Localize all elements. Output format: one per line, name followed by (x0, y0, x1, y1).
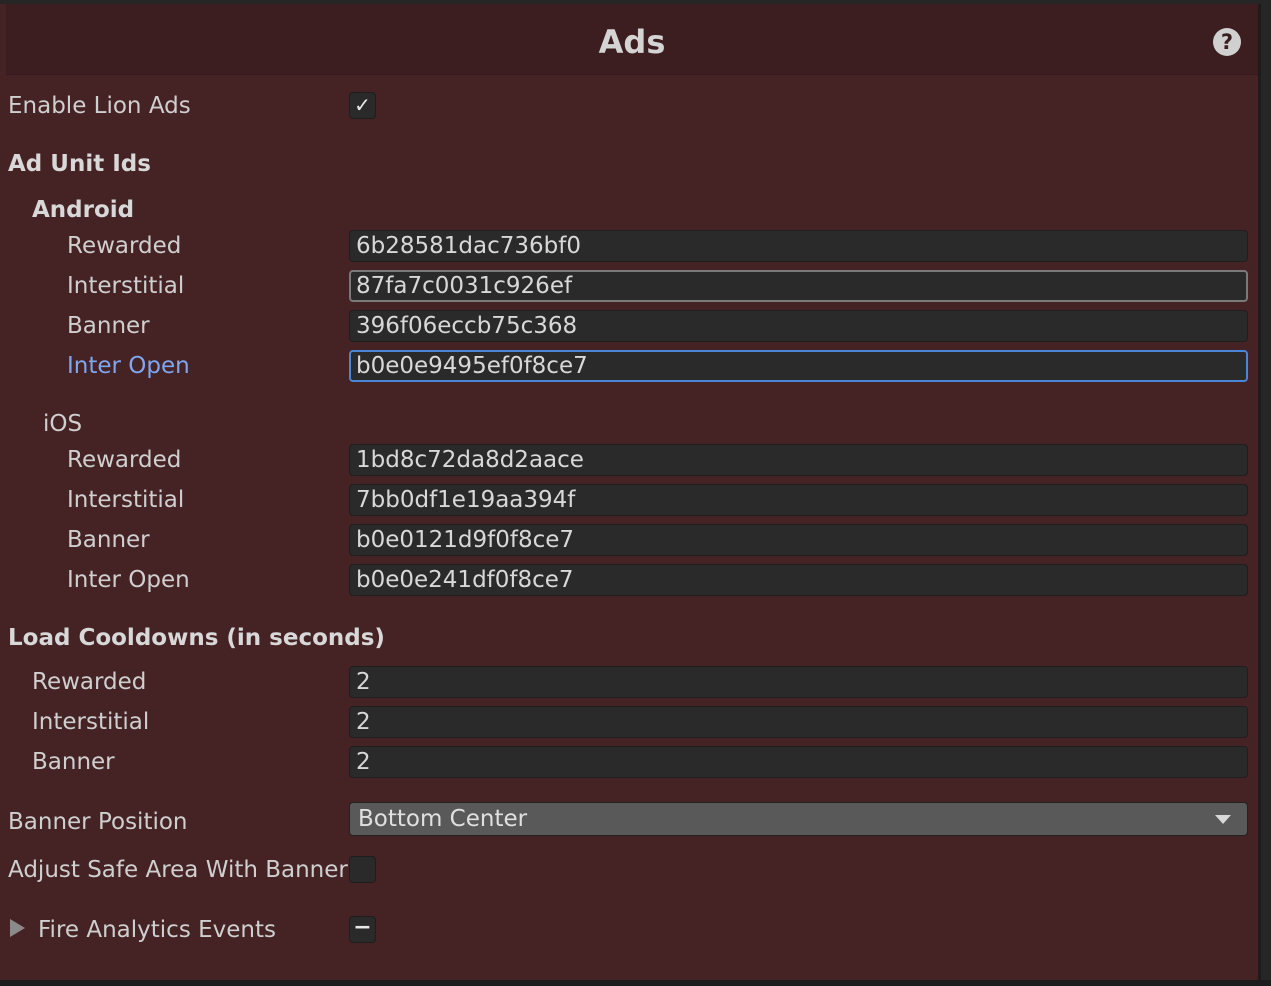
android-banner-label: Banner (67, 313, 150, 339)
ios-rewarded-label: Rewarded (67, 447, 182, 473)
android-banner-input[interactable]: 396f06eccb75c368 (349, 310, 1248, 342)
cooldown-interstitial-input[interactable]: 2 (349, 706, 1248, 738)
ios-banner-input[interactable]: b0e0121d9f0f8ce7 (349, 524, 1248, 556)
ios-inter-open-label: Inter Open (67, 567, 190, 593)
chevron-down-icon (1215, 815, 1231, 824)
ios-rewarded-input[interactable]: 1bd8c72da8d2aace (349, 444, 1248, 476)
android-rewarded-label: Rewarded (67, 233, 182, 259)
help-icon[interactable]: ? (1213, 28, 1241, 56)
enable-lion-ads-checkbox[interactable]: ✓ (349, 92, 376, 119)
android-inter-open-input[interactable]: b0e0e9495ef0f8ce7 (349, 350, 1248, 382)
fire-analytics-events-checkbox[interactable]: − (349, 916, 376, 943)
android-foldout-heading[interactable]: Android (32, 196, 134, 224)
android-inter-open-label: Inter Open (67, 353, 190, 379)
enable-lion-ads-label: Enable Lion Ads (8, 93, 191, 119)
ios-foldout-heading[interactable]: iOS (43, 410, 82, 438)
foldout-arrow-icon[interactable] (10, 919, 25, 937)
banner-position-label: Banner Position (8, 809, 188, 835)
android-rewarded-input[interactable]: 6b28581dac736bf0 (349, 230, 1248, 262)
section-header: Ads ? (6, 4, 1258, 75)
banner-position-selected: Bottom Center (358, 806, 528, 832)
adjust-safe-area-label: Adjust Safe Area With Banner / (8, 857, 363, 883)
adjust-safe-area-checkbox[interactable] (349, 856, 376, 883)
cooldown-rewarded-input[interactable]: 2 (349, 666, 1248, 698)
cooldown-interstitial-label: Interstitial (32, 709, 150, 735)
bottom-border (0, 980, 1271, 986)
android-interstitial-input[interactable]: 87fa7c0031c926ef (349, 270, 1248, 302)
banner-position-dropdown[interactable]: Bottom Center (349, 802, 1248, 836)
cooldown-banner-input[interactable]: 2 (349, 746, 1248, 778)
cooldown-banner-label: Banner (32, 749, 115, 775)
ios-interstitial-label: Interstitial (67, 487, 185, 513)
fire-analytics-events-label[interactable]: Fire Analytics Events (38, 916, 276, 944)
section-title: Ads (598, 23, 666, 61)
ios-inter-open-input[interactable]: b0e0e241df0f8ce7 (349, 564, 1248, 596)
ios-interstitial-input[interactable]: 7bb0df1e19aa394f (349, 484, 1248, 516)
ad-unit-ids-heading: Ad Unit Ids (8, 151, 151, 177)
ios-banner-label: Banner (67, 527, 150, 553)
cooldown-rewarded-label: Rewarded (32, 669, 147, 695)
android-interstitial-label: Interstitial (67, 273, 185, 299)
load-cooldowns-heading: Load Cooldowns (in seconds) (8, 625, 385, 651)
